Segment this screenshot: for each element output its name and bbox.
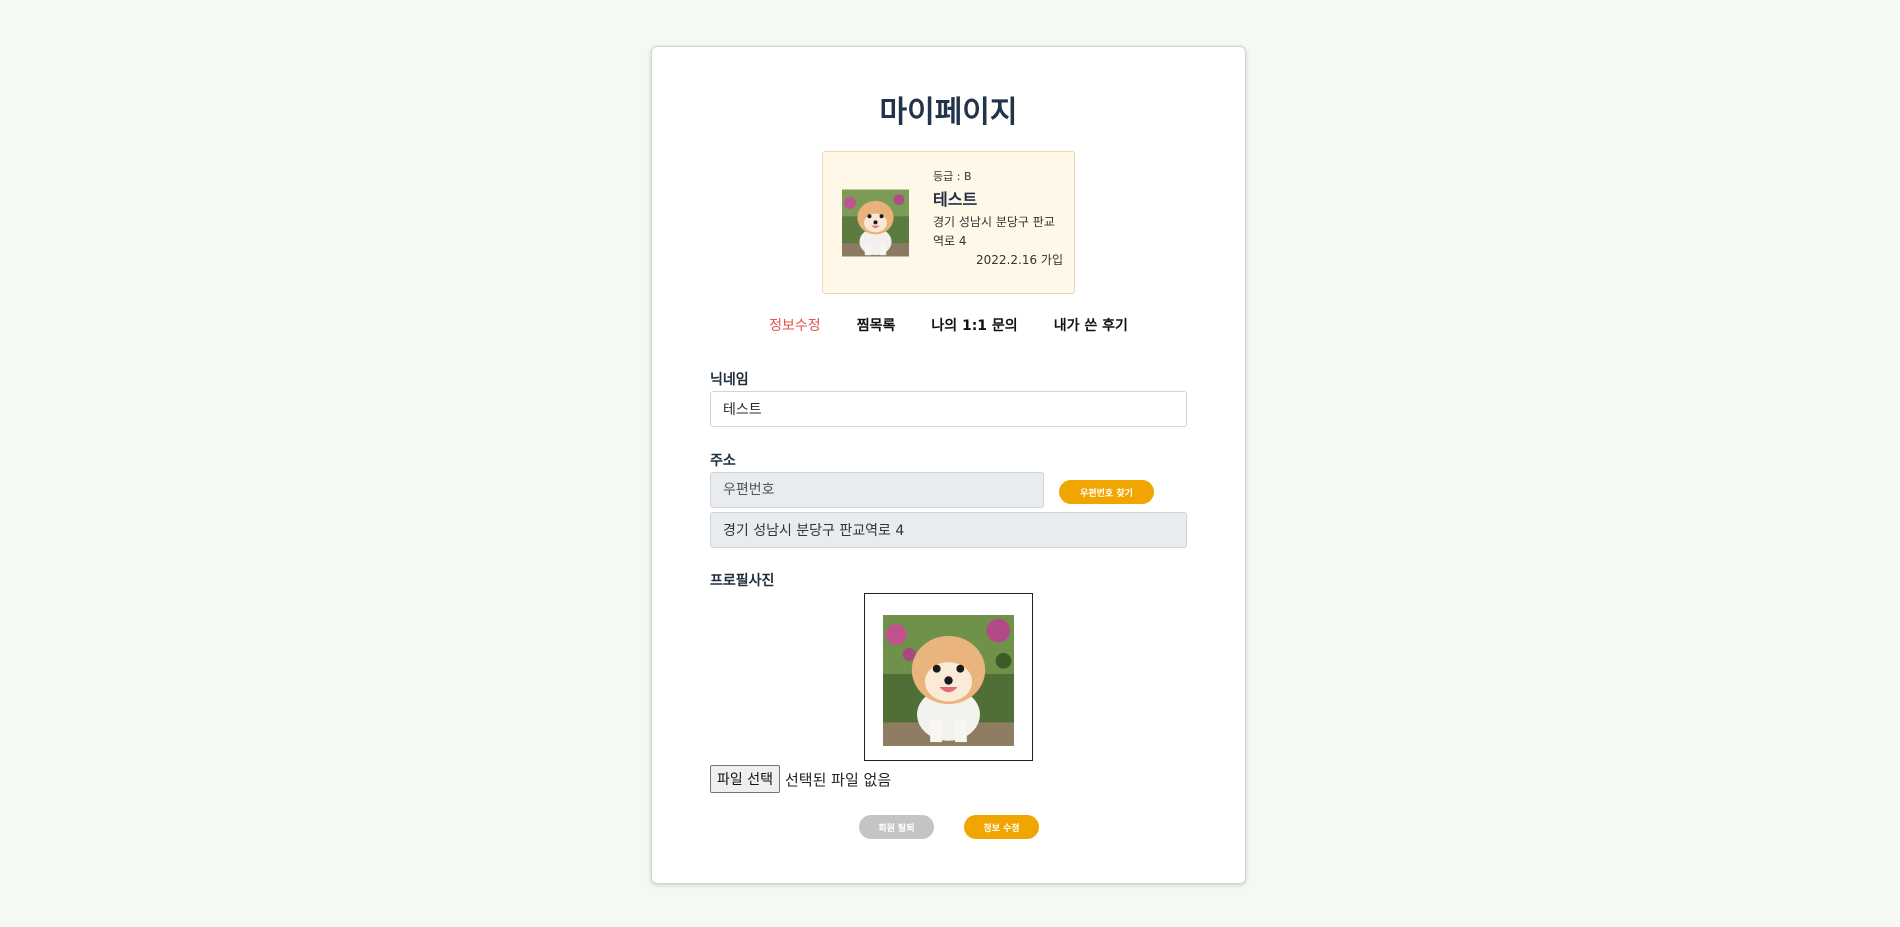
tab-inquiries[interactable]: 나의 1:1 문의 [931,315,1017,335]
page-title: 마이페이지 [879,95,1018,130]
mypage-card: 마이페이지 등급 : B 테스트 경기 성남시 분당구 판교역로 4 2022.… [651,46,1246,884]
zipcode-input[interactable] [710,472,1044,508]
tab-wishlist[interactable]: 찜목록 [857,315,896,335]
file-status: 선택된 파일 없음 [784,770,892,789]
profile-info: 등급 : B 테스트 경기 성남시 분당구 판교역로 4 2022.2.16 가… [933,170,1063,269]
choose-file-button[interactable]: 파일 선택 [710,765,780,793]
file-upload: 파일 선택 선택된 파일 없음 [710,765,891,793]
join-date: 2022.2.16 가입 [976,253,1063,267]
profile-photo-label: 프로필사진 [710,573,775,589]
tab-my-reviews[interactable]: 내가 쓴 후기 [1054,315,1128,335]
tab-edit-info[interactable]: 정보수정 [769,315,821,335]
address-input[interactable] [710,512,1187,548]
withdraw-button[interactable]: 회원 탈퇴 [859,815,934,839]
dog-photo-icon [842,189,909,257]
find-zipcode-button[interactable]: 우편번호 찾기 [1059,480,1154,504]
mypage-tabs: 정보수정 찜목록 나의 1:1 문의 내가 쓴 후기 [652,315,1245,335]
update-info-button[interactable]: 정보 수정 [964,815,1039,839]
dog-photo-icon [883,615,1014,746]
profile-photo-preview [864,593,1033,761]
profile-summary-card: 등급 : B 테스트 경기 성남시 분당구 판교역로 4 2022.2.16 가… [822,151,1075,294]
nickname-input[interactable] [710,391,1187,427]
user-name: 테스트 [933,190,978,209]
profile-thumbnail [842,189,909,257]
profile-photo [883,615,1014,746]
member-grade: 등급 : B [933,170,972,183]
nickname-label: 닉네임 [710,372,749,388]
address-label: 주소 [710,453,736,469]
user-address: 경기 성남시 분당구 판교역로 4 [933,215,1055,248]
